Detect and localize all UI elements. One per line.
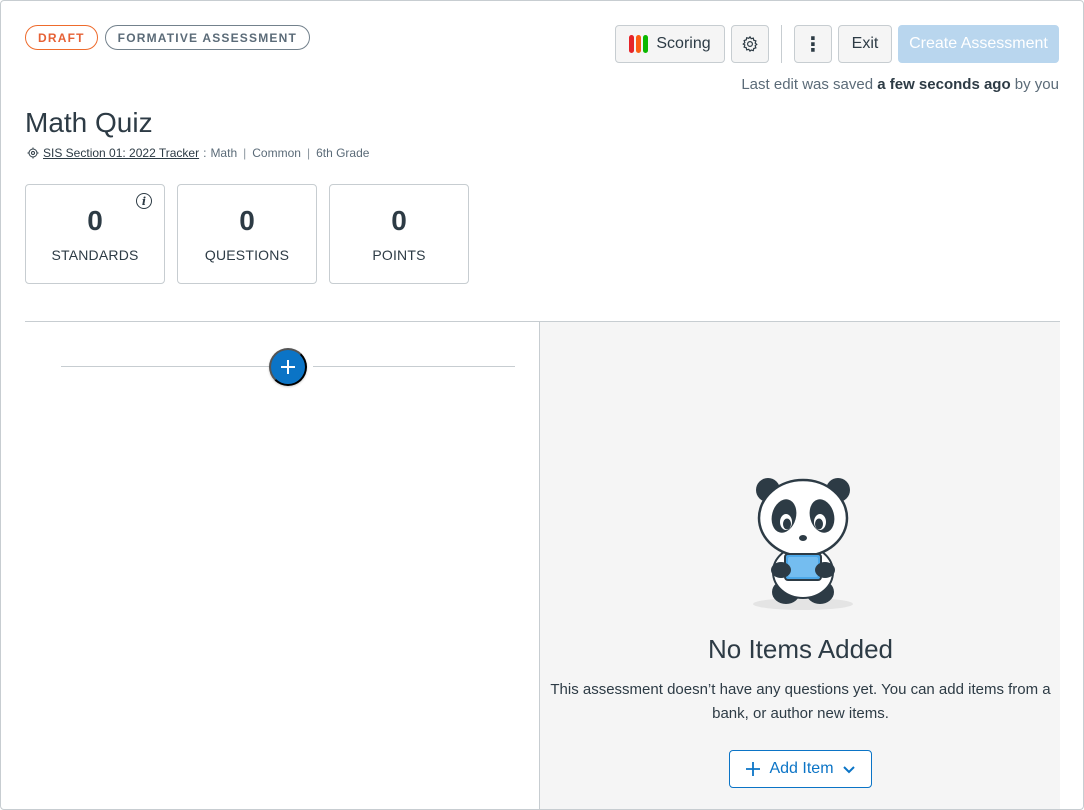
draft-badge: DRAFT <box>25 25 98 50</box>
questions-card: 0 QUESTIONS <box>177 184 317 284</box>
scoring-bar <box>643 35 649 53</box>
save-status: Last edit was saved a few seconds ago by… <box>741 76 1059 93</box>
subject-label: Math <box>210 146 238 160</box>
chevron-down-icon <box>842 766 855 774</box>
scoring-bars-icon <box>629 35 649 53</box>
empty-state-title: No Items Added <box>708 634 893 664</box>
meta-separator: | <box>306 146 311 160</box>
grade-label: 6th Grade <box>316 146 370 160</box>
questions-count: 0 <box>239 205 255 236</box>
standards-count: 0 <box>87 205 103 236</box>
settings-button[interactable] <box>731 25 769 63</box>
points-label: POINTS <box>372 247 426 263</box>
panda-illustration-icon <box>753 478 853 610</box>
section-link[interactable]: SIS Section 01: 2022 Tracker <box>43 146 199 160</box>
standards-label: STANDARDS <box>51 247 139 263</box>
more-vertical-icon: ⋮ <box>803 33 823 56</box>
meta-separator: | <box>243 146 247 160</box>
add-item-circle-button[interactable] <box>269 348 307 386</box>
more-options-button[interactable]: ⋮ <box>794 25 832 63</box>
points-count: 0 <box>391 205 407 236</box>
info-icon[interactable]: i <box>136 193 152 209</box>
plus-icon <box>281 360 295 374</box>
target-icon <box>27 147 39 159</box>
category-label: Common <box>252 146 301 160</box>
editor-area: No Items Added This assessment doesn’t h… <box>25 321 1060 809</box>
item-list-pane <box>25 322 539 809</box>
toolbar: Scoring ⋮ Exit Create Assessment <box>615 25 1059 63</box>
assessment-editor-window: DRAFT FORMATIVE ASSESSMENT Scoring ⋮ Exi… <box>0 0 1084 810</box>
scoring-bar <box>636 35 642 53</box>
questions-label: QUESTIONS <box>204 247 290 263</box>
empty-state-description: This assessment doesn’t have any questio… <box>550 681 1051 722</box>
assessment-type-badge: FORMATIVE ASSESSMENT <box>104 25 311 50</box>
scoring-bar <box>629 35 635 53</box>
create-assessment-button[interactable]: Create Assessment <box>898 25 1059 63</box>
standards-card: i 0 STANDARDS <box>25 184 165 284</box>
insert-divider <box>313 366 515 367</box>
add-item-label: Add Item <box>769 760 834 777</box>
insert-divider <box>61 366 269 367</box>
empty-state-pane: No Items Added This assessment doesn’t h… <box>539 322 1060 809</box>
stat-cards: i 0 STANDARDS 0 QUESTIONS 0 POINTS <box>25 184 469 284</box>
page-title: Math Quiz <box>25 107 153 138</box>
meta-colon: : <box>203 146 207 160</box>
scoring-label: Scoring <box>656 35 711 52</box>
add-item-button[interactable]: Add Item <box>729 750 872 788</box>
status-pills: DRAFT FORMATIVE ASSESSMENT <box>25 25 311 50</box>
toolbar-divider <box>781 25 782 63</box>
scoring-button[interactable]: Scoring <box>615 25 725 63</box>
assessment-meta: SIS Section 01: 2022 Tracker : Math | Co… <box>27 146 369 160</box>
gear-icon <box>742 35 758 53</box>
exit-button[interactable]: Exit <box>838 25 892 63</box>
plus-icon <box>746 762 761 776</box>
points-card: 0 POINTS <box>329 184 469 284</box>
